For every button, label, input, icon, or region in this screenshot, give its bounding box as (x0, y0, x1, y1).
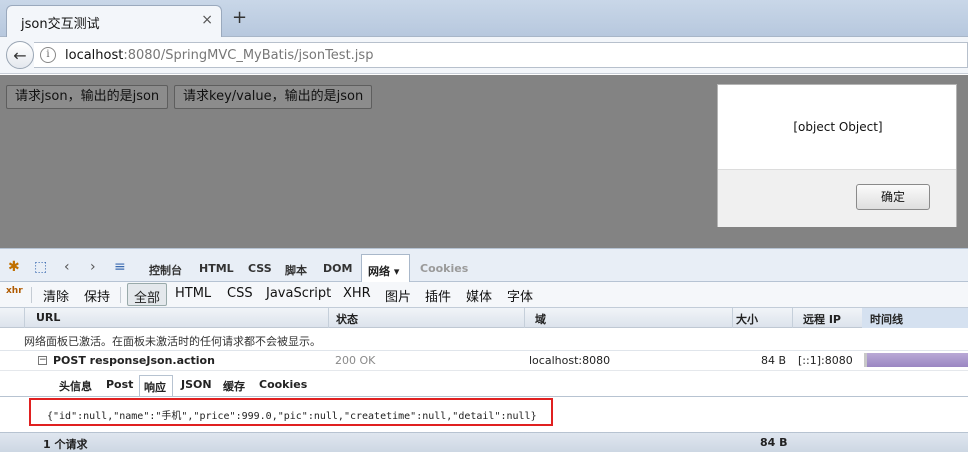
filter-media-button[interactable]: 媒体 (466, 286, 492, 305)
total-size: 84 B (760, 436, 788, 449)
page-content: 请求json，输出的是json 请求key/value，输出的是json [ob… (0, 75, 968, 248)
back-button[interactable]: ← (6, 41, 34, 69)
column-domain[interactable]: 域 (535, 311, 546, 327)
filter-javascript-button[interactable]: JavaScript (266, 286, 331, 301)
column-status[interactable]: 状态 (336, 311, 358, 327)
detail-tab-headers[interactable]: 头信息 (59, 378, 92, 394)
request-key-value-button[interactable]: 请求key/value，输出的是json (174, 85, 373, 109)
inspect-icon[interactable]: ⬚ (34, 259, 47, 275)
url-text: localhost:8080/SpringMVC_MyBatis/jsonTes… (65, 48, 373, 63)
column-separator (524, 308, 525, 328)
address-bar[interactable]: i localhost:8080/SpringMVC_MyBatis/jsonT… (34, 42, 968, 68)
filter-css-button[interactable]: CSS (227, 286, 253, 301)
column-separator (792, 308, 793, 328)
persist-button[interactable]: 保持 (84, 286, 110, 305)
filter-html-button[interactable]: HTML (175, 286, 211, 301)
filter-all-button[interactable]: 全部 (127, 283, 167, 306)
filter-plugins-button[interactable]: 插件 (425, 286, 451, 305)
detail-tab-post[interactable]: Post (106, 378, 133, 391)
tab-cookies[interactable]: Cookies (420, 262, 468, 275)
close-icon[interactable]: × (201, 12, 213, 28)
tab-network[interactable]: 网络 ▾ (361, 254, 410, 283)
tab-html[interactable]: HTML (199, 262, 234, 275)
column-remote-ip[interactable]: 远程 IP (803, 311, 841, 327)
request-count: 1 个请求 (43, 438, 88, 451)
ok-button[interactable]: 确定 (856, 184, 930, 210)
toolbar-separator (31, 287, 32, 303)
toolbar-separator (120, 287, 121, 303)
request-status: 200 OK (335, 354, 376, 367)
filter-images-button[interactable]: 图片 (385, 286, 411, 305)
command-line-icon[interactable]: ≡ (114, 259, 126, 275)
detail-tab-response[interactable]: 响应 (139, 375, 173, 396)
new-tab-icon[interactable]: + (232, 7, 247, 28)
firebug-bug-icon[interactable]: ✱ (8, 259, 20, 275)
column-size[interactable]: 大小 (736, 311, 758, 327)
column-url[interactable]: URL (36, 311, 60, 324)
clear-button[interactable]: 清除 (43, 286, 69, 305)
firebug-tab-bar: ✱ ⬚ ‹ › ≡ 控制台 HTML CSS 脚本 DOM 网络 ▾ Cooki… (0, 248, 968, 283)
tab-css[interactable]: CSS (248, 262, 272, 275)
browser-tab-title: json交互测试 (21, 17, 100, 32)
column-separator (732, 308, 733, 328)
request-json-button[interactable]: 请求json，输出的是json (6, 85, 169, 109)
tab-script[interactable]: 脚本 (285, 262, 307, 278)
request-remote-ip: [::1]:8080 (798, 354, 853, 367)
detail-tab-json[interactable]: JSON (181, 378, 212, 391)
xhr-icon: xhr (6, 286, 23, 296)
tab-console[interactable]: 控制台 (149, 262, 182, 278)
arrow-left-icon: ← (13, 45, 27, 65)
column-timeline[interactable]: 时间线 (870, 311, 903, 327)
navigation-bar: i localhost:8080/SpringMVC_MyBatis/jsonT… (0, 37, 968, 74)
response-panel: {"id":null,"name":"手机","price":999.0,"pi… (0, 397, 968, 431)
notice-text: 网络面板已激活。在面板未激活时的任何请求都不会被显示。 (24, 335, 321, 348)
column-separator (24, 308, 25, 328)
request-table-header: URL 状态 域 大小 远程 IP 时间线 (0, 308, 968, 328)
network-summary-footer: 1 个请求 84 B (0, 432, 968, 452)
timeline-bar (864, 353, 968, 367)
column-separator (328, 308, 329, 328)
alert-message: [object Object] (793, 120, 883, 134)
collapse-icon[interactable]: − (38, 356, 47, 365)
alert-footer: 确定 (718, 169, 956, 227)
detail-tab-cookies[interactable]: Cookies (259, 378, 307, 391)
request-row[interactable]: − POST responseJson.action 200 OK localh… (0, 351, 968, 371)
detail-tab-cache[interactable]: 缓存 (223, 378, 245, 394)
filter-xhr-button[interactable]: XHR (343, 286, 371, 301)
url-path: :8080/SpringMVC_MyBatis/jsonTest.jsp (123, 48, 374, 63)
tab-dom[interactable]: DOM (323, 262, 352, 275)
response-highlight-box: {"id":null,"name":"手机","price":999.0,"pi… (29, 398, 553, 426)
alert-dialog: [object Object] 确定 (717, 84, 957, 227)
browser-tab-strip: json交互测试 × + (0, 0, 968, 37)
chevron-left-icon[interactable]: ‹ (64, 259, 70, 275)
browser-tab[interactable]: json交互测试 × (6, 5, 222, 37)
filter-fonts-button[interactable]: 字体 (507, 286, 533, 305)
request-size: 84 B (761, 354, 787, 367)
request-domain: localhost:8080 (529, 354, 611, 367)
url-host: localhost (65, 48, 124, 63)
request-detail-tabs: 头信息 Post 响应 JSON 缓存 Cookies (0, 372, 968, 396)
response-body: {"id":null,"name":"手机","price":999.0,"pi… (47, 411, 537, 422)
request-name: POST responseJson.action (53, 354, 215, 367)
chevron-right-icon[interactable]: › (90, 259, 96, 275)
info-icon[interactable]: i (40, 47, 56, 63)
network-notice: 网络面板已激活。在面板未激活时的任何请求都不会被显示。 (0, 329, 968, 351)
network-toolbar: xhr 清除 保持 全部 HTML CSS JavaScript XHR 图片 … (0, 282, 968, 308)
